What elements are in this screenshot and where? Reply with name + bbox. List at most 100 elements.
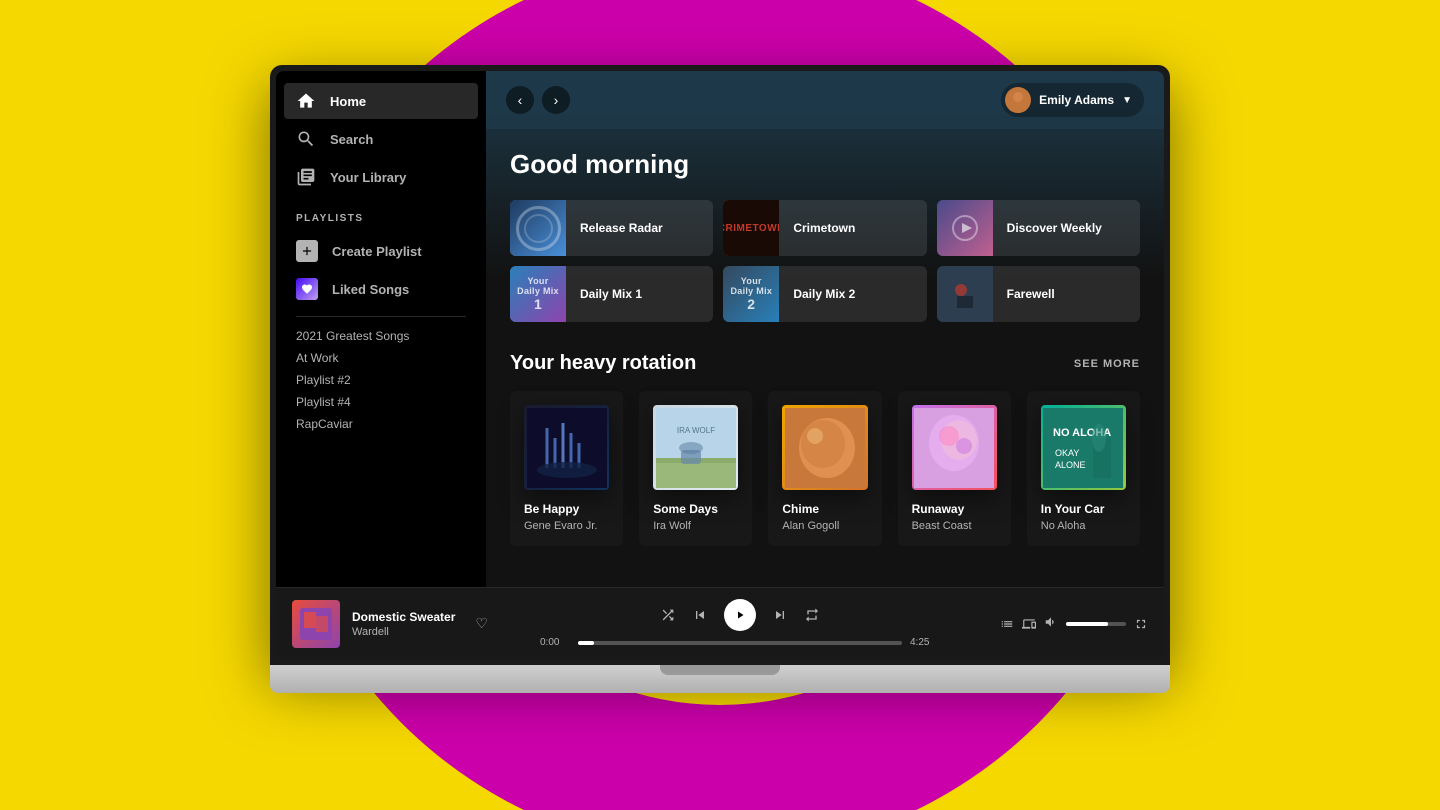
library-label: Your Library [330, 170, 406, 185]
player-thumbnail [292, 600, 340, 648]
user-name: Emily Adams [1039, 93, 1114, 107]
quick-card-release-radar[interactable]: Release Radar [510, 200, 713, 256]
svg-text:ALONE: ALONE [1055, 460, 1086, 470]
top-bar: ‹ › Emily Adams ▼ [486, 71, 1164, 129]
playlists-section-label: PLAYLISTS [276, 197, 486, 232]
daily-mix-1-title: Daily Mix 1 [566, 287, 656, 301]
album-card-be-happy[interactable]: Be Happy Gene Evaro Jr. [510, 391, 623, 546]
album-name: Chime [782, 502, 867, 516]
farewell-title: Farewell [993, 287, 1069, 301]
crimetown-thumb: CRIMETOWN [723, 200, 779, 256]
player-progress: 0:00 4:25 [540, 637, 940, 648]
album-artist: Gene Evaro Jr. [524, 520, 609, 532]
content-area: Good morning Release Radar [486, 129, 1164, 566]
sidebar-item-search[interactable]: Search [284, 121, 478, 157]
back-button[interactable]: ‹ [506, 86, 534, 114]
create-playlist-button[interactable]: Create Playlist [276, 232, 486, 270]
album-artist: Alan Gogoll [782, 520, 867, 532]
search-icon [296, 129, 316, 149]
forward-button[interactable]: › [542, 86, 570, 114]
play-pause-button[interactable] [724, 599, 756, 631]
user-profile-button[interactable]: Emily Adams ▼ [1001, 83, 1144, 117]
discover-weekly-thumb [937, 200, 993, 256]
prev-button[interactable] [692, 607, 708, 623]
quick-picks-grid: Release Radar CRIMETOWN Crimetown [510, 200, 1140, 322]
album-cover-chime [782, 405, 867, 490]
player-track-details: Domestic Sweater Wardell [352, 610, 455, 638]
create-playlist-label: Create Playlist [332, 244, 422, 259]
album-card-some-days[interactable]: IRA WOLF Some Days Ira Wolf [639, 391, 752, 546]
playlist-item[interactable]: Playlist #4 [296, 395, 466, 409]
discover-weekly-title: Discover Weekly [993, 221, 1116, 235]
album-artist: No Aloha [1041, 520, 1126, 532]
release-radar-thumb [510, 200, 566, 256]
fullscreen-button[interactable] [1134, 617, 1148, 631]
sidebar-nav: Home Search Your Library [276, 83, 486, 197]
see-more-button[interactable]: SEE MORE [1074, 358, 1140, 370]
heart-button[interactable]: ♡ [475, 615, 488, 632]
player-track-info: Domestic Sweater Wardell ♡ [292, 600, 492, 648]
next-button[interactable] [772, 607, 788, 623]
player-buttons [660, 599, 820, 631]
playlist-item[interactable]: At Work [296, 351, 466, 365]
liked-songs-icon [296, 278, 318, 300]
daily-mix-2-thumb: YourDaily Mix2 [723, 266, 779, 322]
section-header: Your heavy rotation SEE MORE [510, 352, 1140, 375]
album-name: Runaway [912, 502, 997, 516]
svg-text:OKAY: OKAY [1055, 448, 1079, 458]
release-radar-title: Release Radar [566, 221, 677, 235]
crimetown-title: Crimetown [779, 221, 869, 235]
library-icon [296, 167, 316, 187]
album-card-in-your-car[interactable]: NO ALOHA OKAY ALONE In Your Car No Aloha [1027, 391, 1140, 546]
player-right-controls [988, 615, 1148, 632]
laptop-notch [660, 665, 780, 675]
queue-button[interactable] [1000, 617, 1014, 631]
playlist-item[interactable]: RapCaviar [296, 417, 466, 431]
album-name: Be Happy [524, 502, 609, 516]
player-controls: 0:00 4:25 [502, 599, 978, 648]
volume-icon [1044, 615, 1058, 632]
album-card-runaway[interactable]: Runaway Beast Coast [898, 391, 1011, 546]
svg-text:IRA WOLF: IRA WOLF [677, 426, 715, 435]
time-total: 4:25 [910, 637, 940, 648]
repeat-button[interactable] [804, 607, 820, 623]
farewell-thumb [937, 266, 993, 322]
shuffle-button[interactable] [660, 607, 676, 623]
player-bar: Domestic Sweater Wardell ♡ [276, 587, 1164, 659]
quick-card-farewell[interactable]: Farewell [937, 266, 1140, 322]
quick-card-discover-weekly[interactable]: Discover Weekly [937, 200, 1140, 256]
main-content: ‹ › Emily Adams ▼ [486, 71, 1164, 587]
home-label: Home [330, 94, 366, 109]
section-title: Your heavy rotation [510, 352, 696, 375]
avatar [1005, 87, 1031, 113]
playlist-item[interactable]: 2021 Greatest Songs [296, 329, 466, 343]
album-cover-some-days: IRA WOLF [653, 405, 738, 490]
daily-mix-2-title: Daily Mix 2 [779, 287, 869, 301]
laptop-base [270, 665, 1170, 693]
sidebar-item-home[interactable]: Home [284, 83, 478, 119]
quick-card-crimetown[interactable]: CRIMETOWN Crimetown [723, 200, 926, 256]
album-cover-in-your-car: NO ALOHA OKAY ALONE [1041, 405, 1126, 490]
user-dropdown-icon: ▼ [1122, 95, 1132, 106]
album-cover-be-happy [524, 405, 609, 490]
playlist-item[interactable]: Playlist #2 [296, 373, 466, 387]
progress-fill [578, 641, 594, 645]
daily-mix-1-thumb: YourDaily Mix1 [510, 266, 566, 322]
sidebar-divider [296, 316, 466, 317]
sidebar: Home Search Your Library [276, 71, 486, 587]
player-track-artist: Wardell [352, 626, 455, 638]
search-label: Search [330, 132, 373, 147]
album-name: In Your Car [1041, 502, 1126, 516]
progress-bar[interactable] [578, 641, 902, 645]
liked-songs-button[interactable]: Liked Songs [276, 270, 486, 308]
quick-card-daily-mix-1[interactable]: YourDaily Mix1 Daily Mix 1 [510, 266, 713, 322]
sidebar-item-library[interactable]: Your Library [284, 159, 478, 195]
quick-card-daily-mix-2[interactable]: YourDaily Mix2 Daily Mix 2 [723, 266, 926, 322]
devices-button[interactable] [1022, 617, 1036, 631]
album-card-chime[interactable]: Chime Alan Gogoll [768, 391, 881, 546]
album-name: Some Days [653, 502, 738, 516]
volume-fill [1066, 622, 1108, 626]
volume-bar[interactable] [1066, 622, 1126, 626]
album-artist: Ira Wolf [653, 520, 738, 532]
albums-grid: Be Happy Gene Evaro Jr. IRA WOLF [510, 391, 1140, 546]
